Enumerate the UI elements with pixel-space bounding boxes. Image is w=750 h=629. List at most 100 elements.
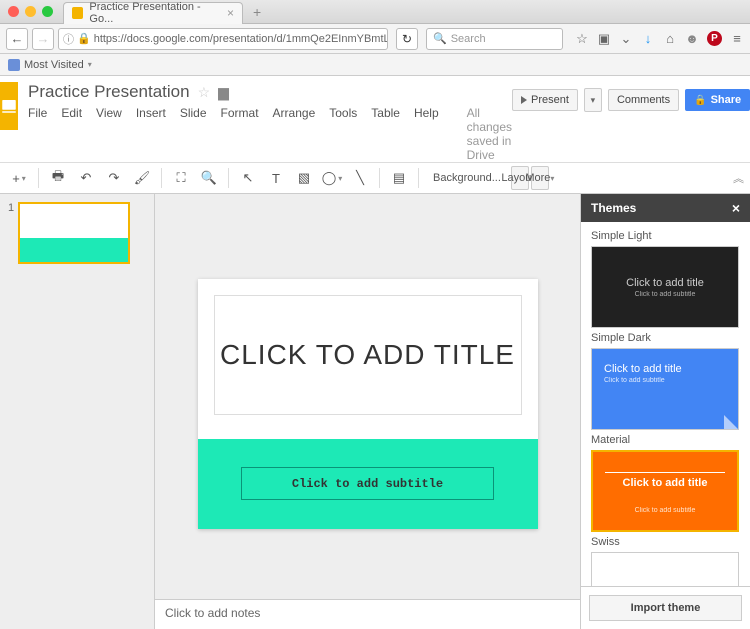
theme-card-subtitle: Click to add subtitle (604, 377, 665, 384)
zoom-button[interactable]: 🔍 (196, 166, 222, 190)
pinterest-icon[interactable]: P (707, 31, 722, 46)
menu-slide[interactable]: Slide (180, 106, 207, 162)
separator (38, 168, 39, 188)
comment-tool[interactable]: ▤ (386, 166, 412, 190)
new-tab-button[interactable]: + (247, 4, 267, 20)
theme-swiss-orange[interactable]: Click to add title Click to add subtitle (591, 450, 739, 532)
lock-icon: 🔒 (77, 32, 91, 45)
reload-button[interactable]: ↻ (396, 28, 418, 50)
slides-app-icon[interactable] (0, 82, 18, 130)
bookmark-star-icon[interactable]: ☆ (575, 32, 589, 46)
menu-file[interactable]: File (28, 106, 47, 162)
theme-card-subtitle: Click to add subtitle (635, 507, 696, 514)
present-button[interactable]: Present (512, 89, 578, 111)
separator (161, 168, 162, 188)
theme-card-title: Click to add title (615, 586, 716, 587)
textbox-tool[interactable]: T (263, 166, 289, 190)
title-placeholder-box[interactable]: Click to add title (214, 295, 522, 415)
pocket-icon[interactable]: ⌄ (619, 32, 633, 46)
themes-panel-header: Themes × (581, 194, 750, 222)
menu-format[interactable]: Format (221, 106, 259, 162)
menu-arrange[interactable]: Arrange (273, 106, 316, 162)
theme-current[interactable]: Click to add title Click to add subtitle (591, 552, 739, 586)
info-icon: ⓘ (63, 31, 74, 47)
menu-tools[interactable]: Tools (329, 106, 357, 162)
theme-material[interactable]: Click to add title Click to add subtitle (591, 348, 739, 430)
forward-button[interactable]: → (32, 28, 54, 50)
home-icon[interactable]: ⌂ (663, 32, 677, 46)
theme-card-title: Click to add title (626, 277, 704, 289)
bookmarks-bar: Most Visited ▾ (0, 54, 750, 76)
browser-tab[interactable]: Practice Presentation - Go... × (63, 2, 243, 24)
search-icon: 🔍 (433, 32, 447, 45)
downloads-icon[interactable]: ↓ (641, 32, 655, 46)
shape-tool[interactable]: ◯ (319, 166, 345, 190)
move-folder-icon[interactable]: ▆ (218, 84, 229, 101)
close-window-button[interactable] (8, 6, 19, 17)
speaker-notes-input[interactable]: Click to add notes (155, 599, 580, 629)
subtitle-placeholder-box[interactable]: Click to add subtitle (241, 467, 494, 500)
star-document-icon[interactable]: ☆ (198, 84, 211, 101)
menu-table[interactable]: Table (371, 106, 400, 162)
reader-icon[interactable]: ▣ (597, 32, 611, 46)
slide-canvas[interactable]: Click to add title Click to add subtitle (198, 279, 538, 529)
import-theme-row: Import theme (581, 586, 750, 629)
minimize-window-button[interactable] (25, 6, 36, 17)
app-header: Practice Presentation ☆ ▆ File Edit View… (0, 76, 750, 162)
back-button[interactable]: ← (6, 28, 28, 50)
lock-icon: 🔒 (694, 95, 706, 106)
url-input[interactable]: ⓘ 🔒 https://docs.google.com/presentation… (58, 28, 388, 50)
slide-thumbnail-1[interactable] (18, 202, 130, 264)
slide-number: 1 (8, 202, 14, 264)
print-button[interactable]: 🖶 (45, 166, 71, 190)
subtitle-placeholder-text: Click to add subtitle (292, 477, 443, 491)
collapse-toolbar-icon[interactable]: ︽ (733, 170, 744, 186)
select-tool[interactable]: ↖ (235, 166, 261, 190)
zoom-fit-button[interactable]: ⛶ (168, 166, 194, 190)
themes-list[interactable]: Simple Light Click to add title Click to… (581, 222, 750, 586)
menu-insert[interactable]: Insert (136, 106, 166, 162)
separator (379, 168, 380, 188)
theme-card-title: Click to add title (623, 477, 708, 489)
close-tab-icon[interactable]: × (227, 6, 234, 20)
dropdown-icon: ▾ (88, 60, 92, 69)
theme-simple-dark[interactable]: Click to add title Click to add subtitle (591, 246, 739, 328)
line-tool[interactable]: ╲ (347, 166, 373, 190)
maximize-window-button[interactable] (42, 6, 53, 17)
url-text: https://docs.google.com/presentation/d/1… (94, 33, 388, 45)
play-icon (521, 96, 527, 104)
image-tool[interactable]: ▧ (291, 166, 317, 190)
theme-label: Simple Light (591, 230, 740, 242)
share-button[interactable]: 🔒Share (685, 89, 750, 111)
browser-search-input[interactable]: 🔍 Search (426, 28, 563, 50)
background-button[interactable]: Background... (425, 172, 509, 184)
title-placeholder-text: Click to add title (220, 339, 515, 371)
slides-favicon (72, 7, 83, 19)
new-slide-button[interactable]: + (6, 166, 32, 190)
slide-thumbnail-row: 1 (8, 202, 146, 264)
menu-edit[interactable]: Edit (61, 106, 82, 162)
menu-icon[interactable]: ≡ (730, 32, 744, 46)
browser-address-bar: ← → ⓘ 🔒 https://docs.google.com/presenta… (0, 24, 750, 54)
present-dropdown[interactable]: ▾ (584, 88, 602, 112)
theme-label: Swiss (591, 536, 740, 548)
notes-placeholder: Click to add notes (165, 606, 260, 620)
more-button[interactable]: More (531, 166, 549, 190)
comments-button[interactable]: Comments (608, 89, 679, 111)
undo-button[interactable]: ↶ (73, 166, 99, 190)
canvas-viewport[interactable]: Click to add title Click to add subtitle (155, 194, 580, 599)
header-actions: Present ▾ Comments 🔒Share (512, 82, 750, 112)
menu-help[interactable]: Help (414, 106, 439, 162)
paint-format-button[interactable]: 🖌 (129, 166, 155, 190)
search-placeholder: Search (451, 33, 486, 45)
separator (418, 168, 419, 188)
import-theme-button[interactable]: Import theme (589, 595, 742, 621)
theme-card-subtitle: Click to add subtitle (635, 291, 696, 298)
smile-icon[interactable]: ☻ (685, 32, 699, 46)
most-visited-menu[interactable]: Most Visited (24, 59, 84, 71)
document-title[interactable]: Practice Presentation (28, 82, 190, 102)
redo-button[interactable]: ↷ (101, 166, 127, 190)
menu-view[interactable]: View (96, 106, 122, 162)
bookmark-folder-icon (8, 59, 20, 71)
close-panel-icon[interactable]: × (732, 200, 740, 216)
